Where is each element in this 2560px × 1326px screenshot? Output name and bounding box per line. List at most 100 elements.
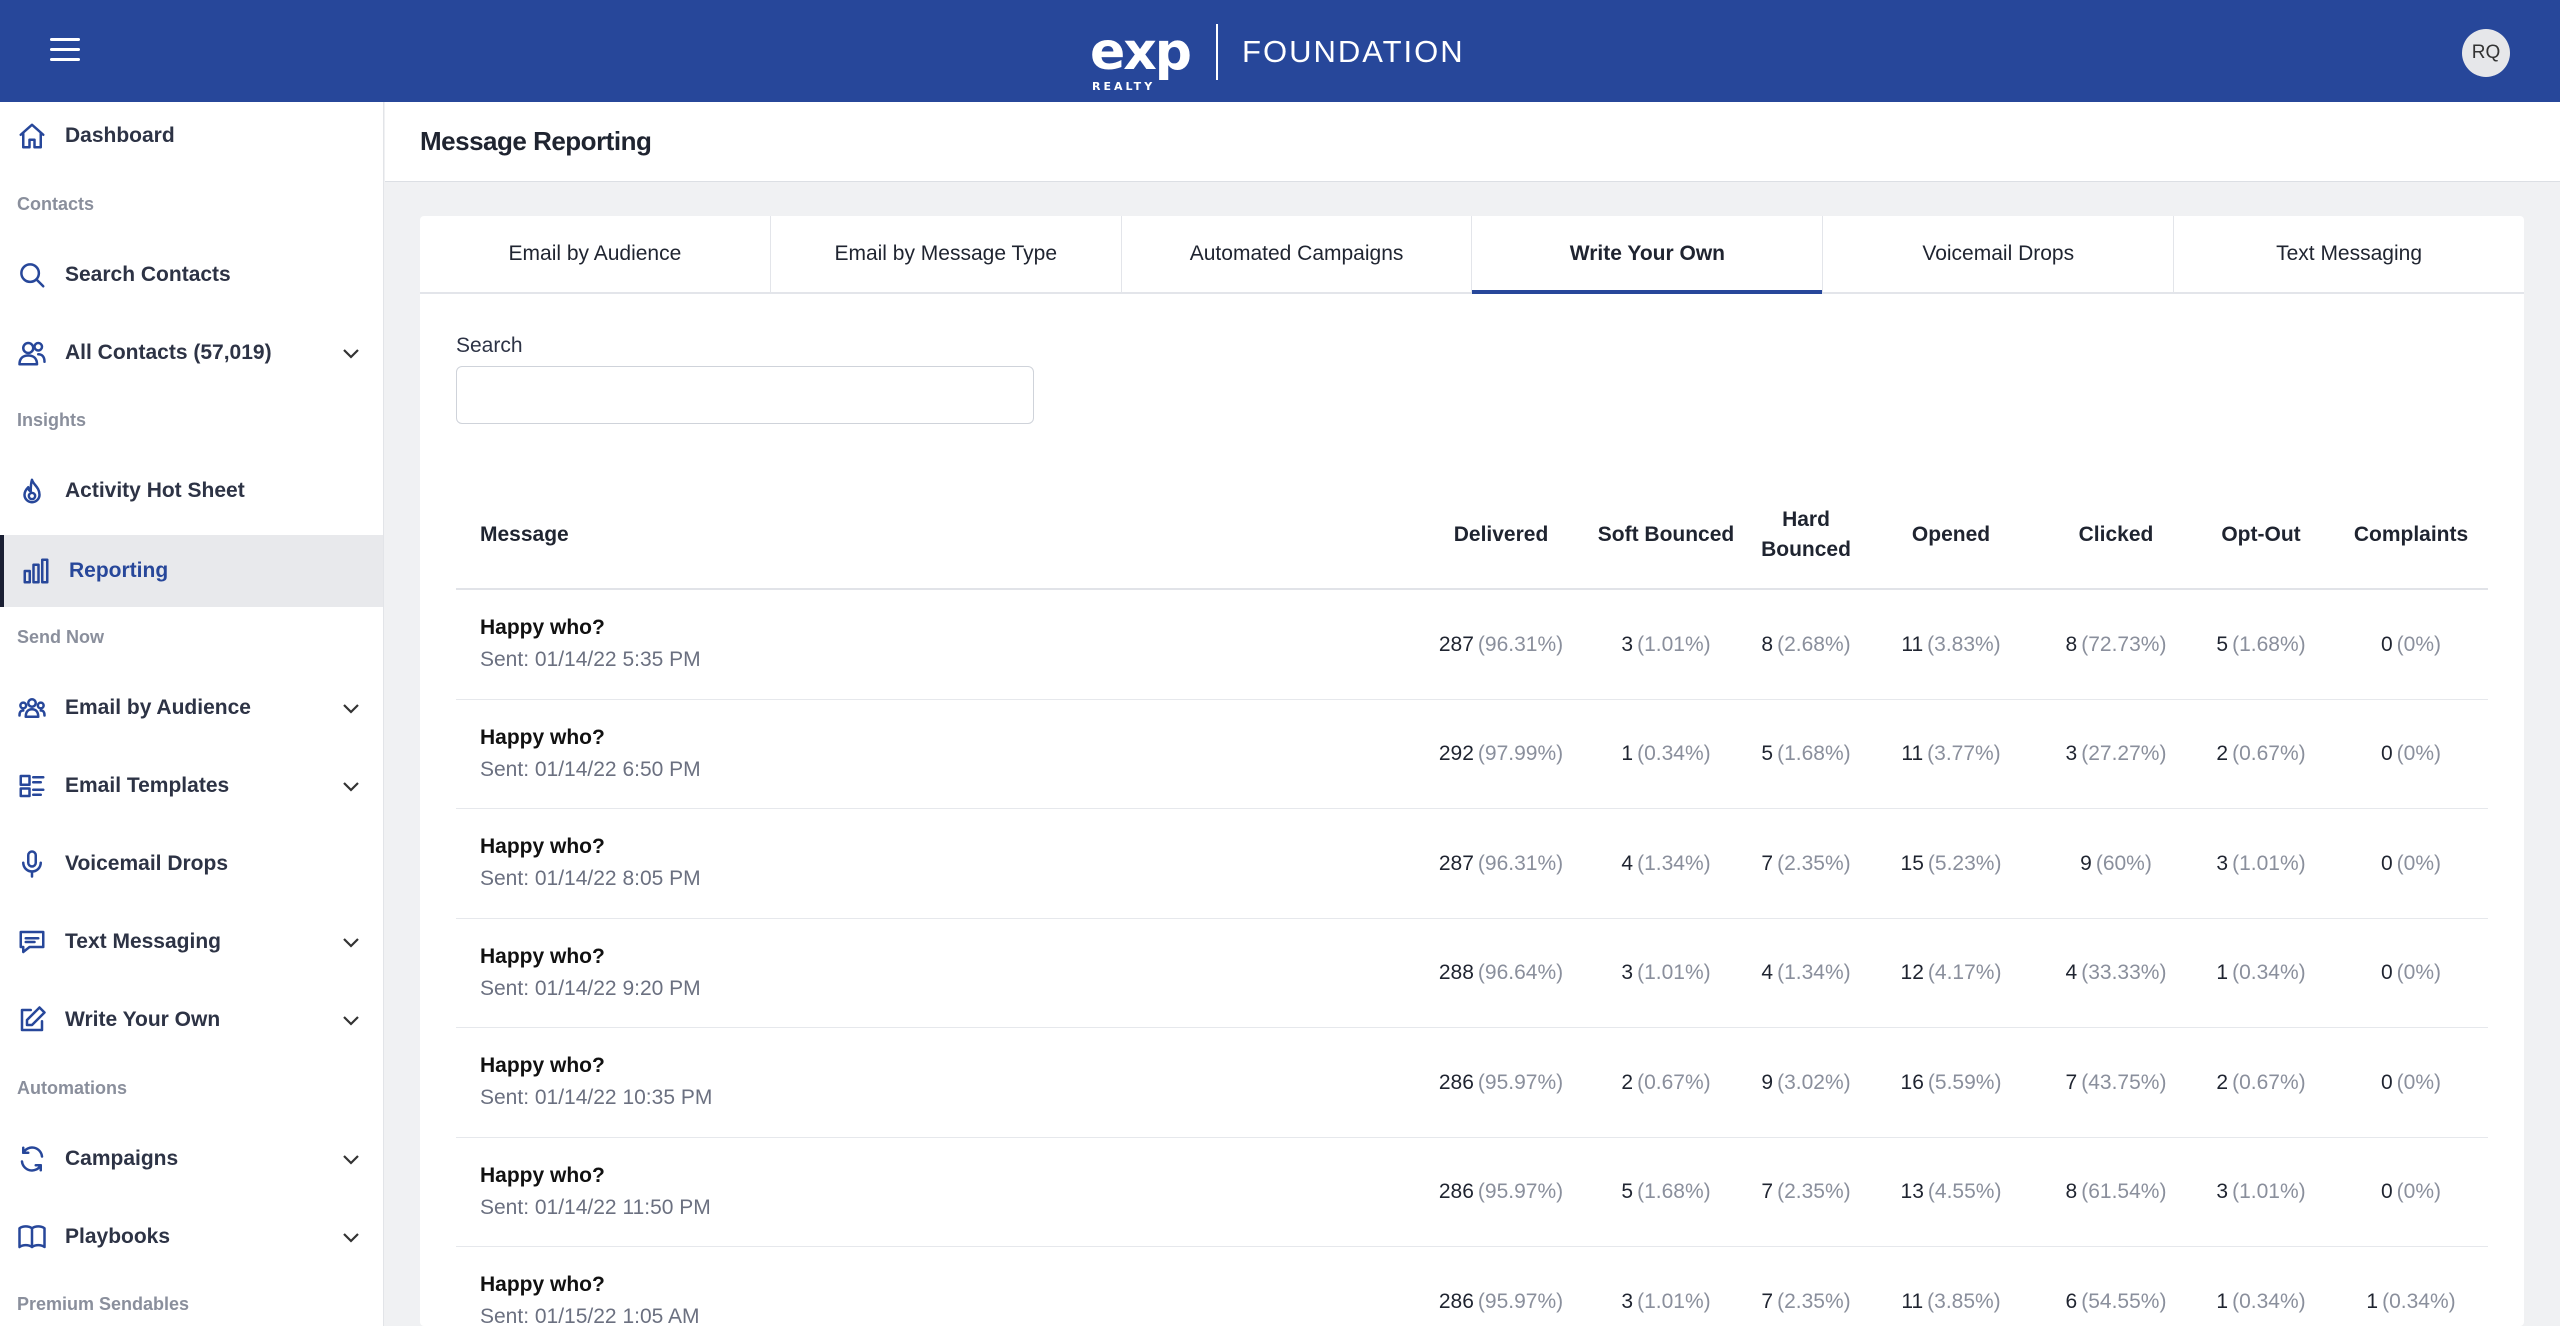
- tab-write-your-own[interactable]: Write Your Own: [1472, 216, 1824, 294]
- report-tabs: Email by Audience Email by Message Type …: [420, 216, 2524, 294]
- column-header-clicked[interactable]: Clicked: [2031, 480, 2201, 590]
- column-header-hard-bounced[interactable]: Hard Bounced: [1741, 480, 1871, 590]
- tab-email-by-audience[interactable]: Email by Audience: [420, 216, 771, 292]
- message-title[interactable]: Happy who?: [480, 1054, 712, 1078]
- column-header-opened[interactable]: Opened: [1881, 480, 2021, 590]
- table-row[interactable]: Happy who? Sent: 01/15/22 1:05 AM 286 (95.9…: [456, 1247, 2488, 1326]
- soft-bounced-percent: (1.01%): [1637, 961, 1711, 984]
- logo-divider: [1216, 24, 1219, 80]
- complaints-cell: 0 (0%): [2336, 700, 2486, 809]
- chevron-down-icon[interactable]: [339, 1147, 363, 1171]
- table-row[interactable]: Happy who? Sent: 01/14/22 11:50 PM 286 (95.…: [456, 1138, 2488, 1247]
- hard-bounced-percent: (2.35%): [1777, 1180, 1851, 1203]
- sidebar-item-email-templates[interactable]: Email Templates: [0, 752, 383, 820]
- tab-text-messaging[interactable]: Text Messaging: [2174, 216, 2524, 292]
- sidebar-item-reporting[interactable]: Reporting: [0, 535, 383, 607]
- home-icon: [16, 120, 48, 152]
- opened-cell: 16 (5.59%): [1881, 1028, 2021, 1137]
- message-cell[interactable]: Happy who? Sent: 01/14/22 9:20 PM: [480, 945, 701, 1001]
- message-cell[interactable]: Happy who? Sent: 01/14/22 8:05 PM: [480, 835, 701, 891]
- opt-out-count: 5: [2216, 632, 2229, 656]
- soft-bounced-percent: (1.68%): [1637, 1180, 1711, 1203]
- clicked-cell: 4 (33.33%): [2031, 919, 2201, 1028]
- hard-bounced-count: 7: [1761, 851, 1774, 875]
- tab-voicemail-drops[interactable]: Voicemail Drops: [1823, 216, 2175, 292]
- sidebar-item-email-by-audience[interactable]: Email by Audience: [0, 674, 383, 742]
- section-insights: Insights: [17, 410, 87, 430]
- column-header-complaints[interactable]: Complaints: [2336, 480, 2486, 590]
- brand-logo[interactable]: exp REALTY FOUNDATION: [1090, 22, 1465, 92]
- table-row[interactable]: Happy who? Sent: 01/14/22 5:35 PM 287 (96.3…: [456, 590, 2488, 700]
- complaints-cell: 0 (0%): [2336, 919, 2486, 1028]
- message-sent-date: Sent: 01/14/22 8:05 PM: [480, 867, 701, 890]
- column-header-delivered[interactable]: Delivered: [1416, 480, 1586, 590]
- opt-out-count: 3: [2216, 851, 2229, 875]
- complaints-percent: (0%): [2396, 632, 2442, 656]
- sidebar-item-write-your-own[interactable]: Write Your Own: [0, 986, 383, 1054]
- tab-email-by-message-type[interactable]: Email by Message Type: [771, 216, 1122, 292]
- sidebar-item-text-messaging[interactable]: Text Messaging: [0, 908, 383, 976]
- sidebar-item-label: All Contacts (57,019): [65, 341, 272, 364]
- soft-bounced-count: 3: [1621, 1289, 1634, 1313]
- soft-bounced-cell: 3 (1.01%): [1591, 919, 1741, 1028]
- message-title[interactable]: Happy who?: [480, 1273, 700, 1297]
- message-title[interactable]: Happy who?: [480, 616, 701, 640]
- sidebar-item-dashboard[interactable]: Dashboard: [0, 102, 383, 170]
- opened-count: 12: [1900, 961, 1924, 984]
- message-sent-date: Sent: 01/14/22 9:20 PM: [480, 976, 701, 1000]
- message-cell[interactable]: Happy who? Sent: 01/14/22 5:35 PM: [480, 616, 701, 672]
- message-cell[interactable]: Happy who? Sent: 01/14/22 10:35 PM: [480, 1054, 712, 1110]
- chevron-down-icon[interactable]: [339, 696, 363, 720]
- message-cell[interactable]: Happy who? Sent: 01/14/22 11:50 PM: [480, 1164, 711, 1220]
- opened-count: 13: [1900, 1180, 1924, 1203]
- column-header-opt-out[interactable]: Opt-Out: [2191, 480, 2331, 590]
- column-header-message[interactable]: Message: [480, 480, 569, 590]
- chevron-down-icon[interactable]: [339, 341, 363, 365]
- column-header-soft-bounced[interactable]: Soft Bounced: [1591, 480, 1741, 590]
- sidebar-item-playbooks[interactable]: Playbooks: [0, 1203, 383, 1271]
- user-avatar[interactable]: RQ: [2462, 29, 2510, 77]
- chevron-down-icon[interactable]: [339, 930, 363, 954]
- message-title[interactable]: Happy who?: [480, 726, 701, 750]
- table-header: Message Delivered Soft Bounced Hard Boun…: [456, 480, 2488, 590]
- table-row[interactable]: Happy who? Sent: 01/14/22 9:20 PM 288 (96.6…: [456, 919, 2488, 1028]
- hard-bounced-count: 9: [1761, 1070, 1774, 1094]
- table-row[interactable]: Happy who? Sent: 01/14/22 8:05 PM 287 (96.3…: [456, 809, 2488, 919]
- chevron-down-icon[interactable]: [339, 1225, 363, 1249]
- opt-out-percent: (1.68%): [2232, 632, 2306, 656]
- clicked-count: 6: [2065, 1289, 2078, 1313]
- message-cell[interactable]: Happy who? Sent: 01/15/22 1:05 AM: [480, 1273, 700, 1326]
- sidebar-item-search-contacts[interactable]: Search Contacts: [0, 241, 383, 309]
- message-title[interactable]: Happy who?: [480, 835, 701, 859]
- hard-bounced-count: 7: [1761, 1289, 1774, 1313]
- clicked-cell: 3 (27.27%): [2031, 700, 2201, 809]
- sidebar-item-campaigns[interactable]: Campaigns: [0, 1125, 383, 1193]
- message-title[interactable]: Happy who?: [480, 945, 701, 969]
- complaints-cell: 0 (0%): [2336, 590, 2486, 699]
- users-icon: [16, 337, 48, 369]
- complaints-percent: (0%): [2396, 742, 2442, 765]
- sidebar-item-activity-hot-sheet[interactable]: Activity Hot Sheet: [0, 457, 383, 525]
- chevron-down-icon[interactable]: [339, 1008, 363, 1032]
- menu-icon[interactable]: [50, 38, 80, 64]
- microphone-icon: [16, 848, 48, 880]
- clicked-percent: (43.75%): [2081, 1070, 2167, 1094]
- sidebar-item-voicemail-drops[interactable]: Voicemail Drops: [0, 830, 383, 898]
- table-row[interactable]: Happy who? Sent: 01/14/22 10:35 PM 286 (95.…: [456, 1028, 2488, 1138]
- search-icon: [16, 259, 48, 291]
- delivered-count: 287: [1438, 851, 1474, 875]
- table-row[interactable]: Happy who? Sent: 01/14/22 6:50 PM 292 (97.9…: [456, 700, 2488, 809]
- complaints-percent: (0%): [2396, 1180, 2442, 1203]
- sidebar-item-all-contacts[interactable]: All Contacts (57,019): [0, 319, 383, 387]
- search-input[interactable]: [456, 366, 1034, 424]
- sidebar-item-label: Voicemail Drops: [65, 852, 228, 875]
- clicked-cell: 9 (60%): [2031, 809, 2201, 918]
- opened-percent: (5.23%): [1927, 851, 2002, 875]
- opt-out-cell: 5 (1.68%): [2191, 590, 2331, 699]
- message-cell[interactable]: Happy who? Sent: 01/14/22 6:50 PM: [480, 726, 701, 782]
- chevron-down-icon[interactable]: [339, 774, 363, 798]
- opt-out-percent: (1.01%): [2232, 1180, 2306, 1203]
- tab-automated-campaigns[interactable]: Automated Campaigns: [1122, 216, 1473, 292]
- message-title[interactable]: Happy who?: [480, 1164, 711, 1188]
- sidebar-item-label: Dashboard: [65, 124, 175, 147]
